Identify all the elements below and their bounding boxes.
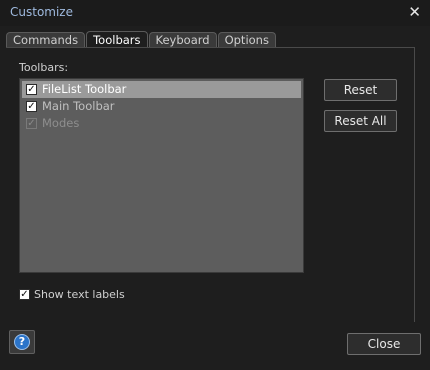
close-button[interactable]: Close: [347, 333, 421, 355]
toolbars-listbox[interactable]: ✓ FileList Toolbar ✓ Main Toolbar ✓ Mode…: [19, 78, 304, 273]
list-item-label: Main Toolbar: [42, 99, 115, 113]
list-item-label: FileList Toolbar: [42, 82, 127, 96]
checkbox-check-icon[interactable]: ✓: [26, 101, 37, 112]
reset-button[interactable]: Reset: [324, 79, 397, 101]
show-text-labels-label: Show text labels: [34, 288, 125, 301]
list-item: ✓ Modes: [22, 115, 301, 132]
close-icon[interactable]: ✕: [408, 3, 421, 21]
tab-keyboard[interactable]: Keyboard: [148, 32, 217, 48]
checkbox-check-icon[interactable]: ✓: [26, 84, 37, 95]
help-button[interactable]: ?: [9, 330, 35, 354]
toolbars-label: Toolbars:: [19, 61, 69, 74]
help-icon: ?: [14, 334, 30, 350]
checkbox-check-icon: ✓: [26, 118, 37, 129]
tab-options[interactable]: Options: [217, 32, 276, 48]
list-item[interactable]: ✓ FileList Toolbar: [22, 81, 301, 98]
list-item-label: Modes: [42, 116, 80, 130]
reset-all-button[interactable]: Reset All: [324, 110, 397, 132]
tab-commands[interactable]: Commands: [6, 32, 86, 48]
window-title: Customize: [10, 5, 73, 19]
checkbox-check-icon[interactable]: ✓: [19, 289, 30, 300]
tab-strip: Commands Toolbars Keyboard Options: [6, 31, 277, 48]
title-bar: Customize ✕: [0, 0, 430, 26]
list-item[interactable]: ✓ Main Toolbar: [22, 98, 301, 115]
tab-toolbars[interactable]: Toolbars: [86, 31, 148, 48]
